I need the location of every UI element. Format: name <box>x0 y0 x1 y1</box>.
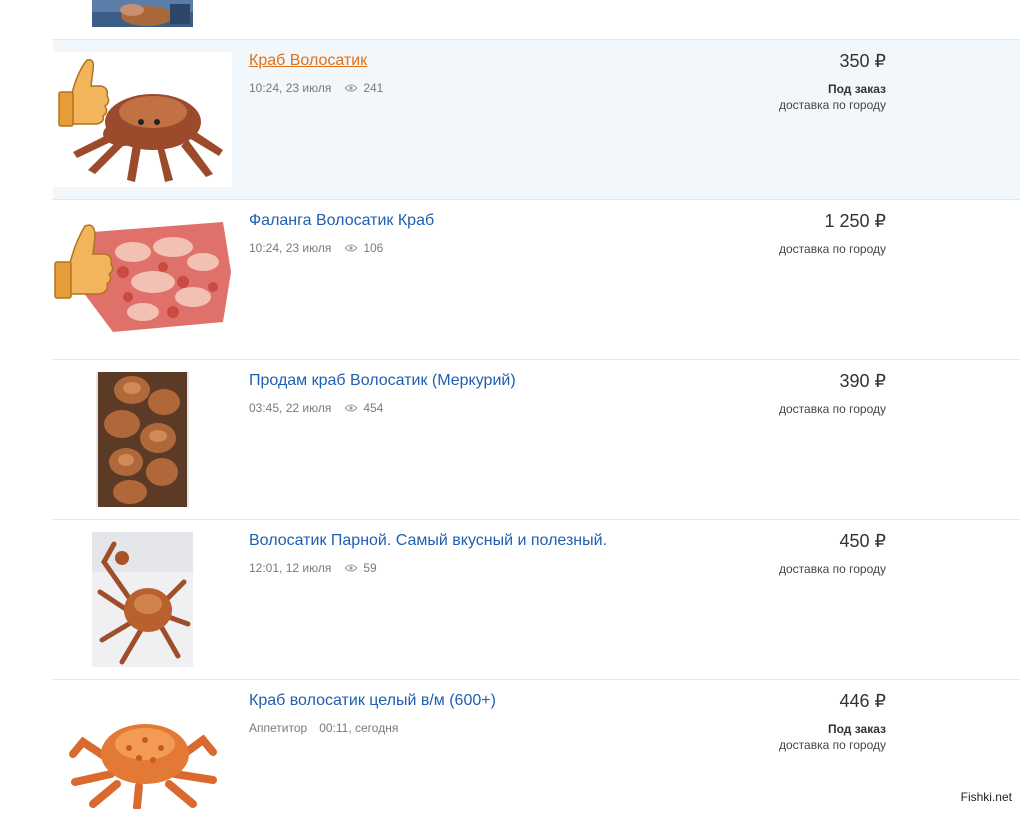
listing-date: 12:01, 12 июля <box>249 561 332 575</box>
listing-delivery: доставка по городу <box>779 738 886 752</box>
listing-thumbnail[interactable] <box>92 532 193 667</box>
listing-date: 10:24, 23 июля <box>249 81 332 95</box>
listing-price: 446 ₽ <box>839 691 887 711</box>
views-eye-icon <box>345 244 358 252</box>
listing-row[interactable]: Краб Волосатик 10:24, 23 июля 241 350 ₽ … <box>53 39 1020 199</box>
listing-price: 1 250 ₽ <box>824 211 887 231</box>
listing-seller[interactable]: Аппетитор <box>249 721 307 735</box>
listing-title-link[interactable]: Продам краб Волосатик (Меркурий) <box>249 372 516 390</box>
listing-row[interactable]: Фаланга Волосатик Краб 10:24, 23 июля 10… <box>53 199 1020 359</box>
listing-views: 59 <box>363 561 377 575</box>
listing-row[interactable]: Краб волосатик целый в/м (600+) Аппетито… <box>53 679 1020 839</box>
views-eye-icon <box>345 84 358 92</box>
listing-date: 00:11, сегодня <box>319 721 399 735</box>
listing-title-link[interactable]: Фаланга Волосатик Краб <box>249 212 434 230</box>
listing-thumbnail[interactable] <box>53 692 232 809</box>
listing-title-link[interactable]: Краб волосатик целый в/м (600+) <box>249 692 496 710</box>
listing-views: 106 <box>363 241 384 255</box>
listing-meta: 10:24, 23 июля 106 <box>249 241 383 255</box>
listing-thumbnail[interactable] <box>53 52 232 187</box>
listing-price: 350 ₽ <box>839 51 887 71</box>
listing-delivery: доставка по городу <box>779 402 886 416</box>
views-eye-icon <box>345 404 358 412</box>
views-eye-icon <box>345 564 358 572</box>
listing-meta: 10:24, 23 июля 241 <box>249 81 383 95</box>
listing-meta: Аппетитор 00:11, сегодня <box>249 721 398 735</box>
listing-views: 454 <box>363 401 384 415</box>
listing-row[interactable]: Волосатик Парной. Самый вкусный и полезн… <box>53 519 1020 679</box>
listing-delivery: доставка по городу <box>779 98 886 112</box>
listing-delivery: доставка по городу <box>779 242 886 256</box>
listing-meta: 03:45, 22 июля 454 <box>249 401 383 415</box>
listing-date: 10:24, 23 июля <box>249 241 332 255</box>
listing-price: 450 ₽ <box>839 531 887 551</box>
listing-order-status: Под заказ <box>827 722 886 736</box>
listing-thumbnail[interactable] <box>53 212 232 347</box>
listing-delivery: доставка по городу <box>779 562 886 576</box>
watermark: Fishki.net <box>958 790 1014 804</box>
previous-listing-thumbnail[interactable] <box>92 0 193 27</box>
listing-meta: 12:01, 12 июля 59 <box>249 561 377 575</box>
listing-views: 241 <box>363 81 384 95</box>
listing-thumbnail[interactable] <box>92 372 193 507</box>
listing-price: 390 ₽ <box>839 371 887 391</box>
listing-title-link[interactable]: Волосатик Парной. Самый вкусный и полезн… <box>249 532 607 550</box>
listing-row[interactable]: Продам краб Волосатик (Меркурий) 03:45, … <box>53 359 1020 519</box>
listing-order-status: Под заказ <box>827 82 886 96</box>
listing-title-link[interactable]: Краб Волосатик <box>249 52 367 70</box>
listing-date: 03:45, 22 июля <box>249 401 332 415</box>
